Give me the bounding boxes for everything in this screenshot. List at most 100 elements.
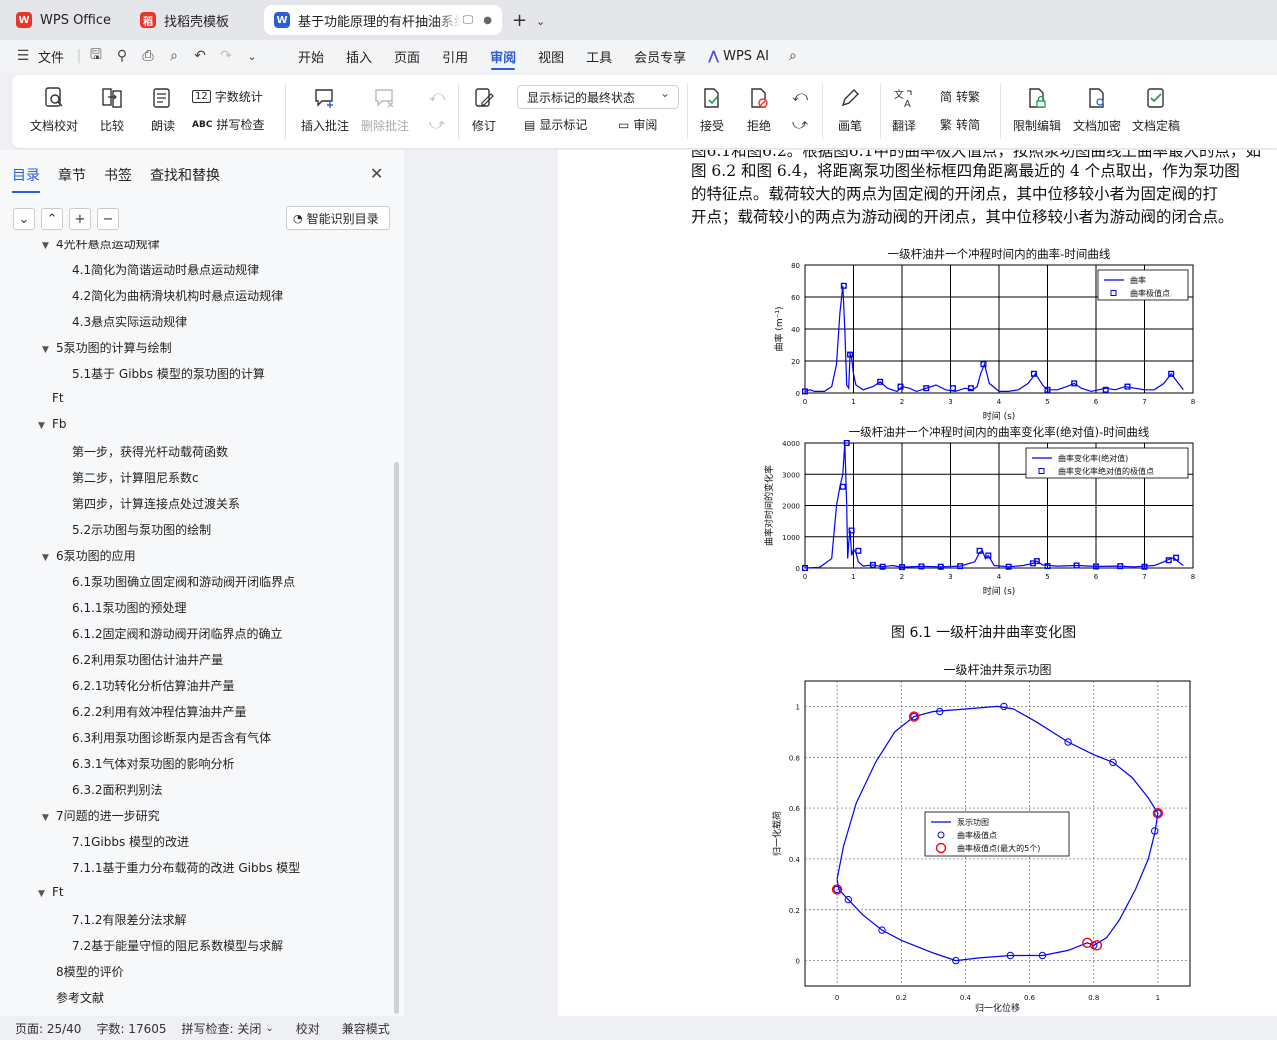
expand-arrow-icon[interactable]: ▼ <box>38 421 52 431</box>
to-traditional-button[interactable]: 简 转繁 <box>940 88 980 105</box>
toc-item[interactable]: Ft <box>52 391 64 405</box>
menu-review[interactable]: 审阅 <box>479 40 527 72</box>
toc-item[interactable]: 4.1简化为简谐运动时悬点运动规律 <box>72 261 259 278</box>
toc-item[interactable]: 第四步，计算连接点处过渡关系 <box>72 495 240 512</box>
markup-state-dropdown[interactable]: 显示标记的最终状态 <box>517 85 679 109</box>
hamburger-menu-icon[interactable]: ☰ <box>10 40 36 72</box>
toc-item[interactable]: 6.3利用泵功图诊断泵内是否含有气体 <box>72 729 271 746</box>
toc-item[interactable]: 第一步，获得光杆动载荷函数 <box>72 443 228 460</box>
next-change-icon[interactable]: ⤻ <box>792 115 808 133</box>
spellcheck-chevron-icon[interactable]: ⌄ <box>265 1023 273 1034</box>
print-preview-icon[interactable]: ⌕ <box>161 40 187 72</box>
finalize-button[interactable]: 文档定稿 <box>1132 85 1180 134</box>
accept-button[interactable]: 接受 <box>700 85 724 134</box>
restrict-edit-button[interactable]: 限制编辑 <box>1013 85 1061 134</box>
wordcount-button[interactable]: 12 字数统计 <box>192 88 263 105</box>
reject-button[interactable]: 拒绝 <box>747 85 771 134</box>
toc-item[interactable]: 参考文献 <box>56 989 104 1006</box>
redo-icon[interactable]: ↷ <box>213 40 239 72</box>
to-simplified-button[interactable]: 繁 转简 <box>940 116 980 133</box>
toc-item[interactable]: 6.2利用泵功图估计油井产量 <box>72 651 223 668</box>
toc-item[interactable]: 6.3.2面积判别法 <box>72 781 163 798</box>
delete-comment-button[interactable]: 删除批注 <box>361 85 409 134</box>
translate-button[interactable]: 文A 翻译 <box>892 85 916 134</box>
encrypt-button[interactable]: 文档加密 <box>1073 85 1121 134</box>
spellcheck-status[interactable]: 拼写检查: 关闭 <box>182 1020 262 1037</box>
add-heading-button[interactable]: + <box>69 208 91 230</box>
menu-member[interactable]: 会员专享 <box>623 40 697 72</box>
expand-arrow-icon[interactable]: ▼ <box>42 553 56 563</box>
toc-item[interactable]: 5.2示功图与泵功图的绘制 <box>72 521 211 538</box>
sidebar-scrollbar[interactable] <box>394 462 399 1014</box>
pen-button[interactable]: 画笔 <box>838 85 862 134</box>
toc-item[interactable]: ▼ Fb <box>38 417 67 431</box>
spellcheck-button[interactable]: ABC 拼写检查 <box>192 116 264 133</box>
compare-button[interactable]: 比较 <box>100 85 124 134</box>
expand-arrow-icon[interactable]: ▼ <box>42 813 56 823</box>
insert-comment-button[interactable]: 插入批注 <box>301 85 349 134</box>
remove-heading-button[interactable]: − <box>97 208 119 230</box>
menu-wps-ai[interactable]: ⋀ WPS AI <box>697 40 780 72</box>
tab-find-replace[interactable]: 查找和替换 <box>150 165 220 193</box>
toc-item[interactable]: ▼ 5泵功图的计算与绘制 <box>42 339 172 356</box>
track-changes-button[interactable]: 修订 <box>472 85 496 134</box>
toc-item[interactable]: ▼ 4光杆悬点运动规律 <box>42 240 160 252</box>
new-tab-icon[interactable]: + <box>512 10 527 31</box>
menu-file[interactable]: 文件 <box>36 40 75 72</box>
toc-item[interactable]: 7.2基于能量守恒的阻尼系数模型与求解 <box>72 937 283 954</box>
toc-item[interactable]: 6.3.1气体对泵功图的影响分析 <box>72 755 235 772</box>
toc-item[interactable]: 6.1.2固定阀和游动阀开闭临界点的确立 <box>72 625 283 642</box>
unsaved-dot-icon[interactable]: ● <box>483 15 492 26</box>
search-icon[interactable]: ⌕ <box>780 40 806 72</box>
toc-item[interactable]: 4.3悬点实际运动规律 <box>72 313 187 330</box>
smart-toc-button[interactable]: ◔ 智能识别目录 <box>286 206 390 230</box>
tab-bookmarks[interactable]: 书签 <box>104 165 132 193</box>
expand-up-button[interactable]: ⌃ <box>41 208 63 230</box>
tab-toc[interactable]: 目录 <box>12 165 40 193</box>
next-comment-icon[interactable]: ⤻ <box>429 115 445 133</box>
tab-document[interactable]: W 基于功能原理的有杆抽油系统的 🖵 ● <box>264 5 502 35</box>
more-chevron-icon[interactable]: ⌄ <box>239 40 265 72</box>
link-icon[interactable]: ⚲ <box>109 40 135 72</box>
tab-sections[interactable]: 章节 <box>58 165 86 193</box>
page-indicator[interactable]: 页面: 25/40 <box>15 1020 81 1037</box>
proofread-button[interactable]: 文档校对 <box>30 85 78 134</box>
prev-change-icon[interactable]: ⤺ <box>792 87 808 105</box>
tab-wps-office[interactable]: W WPS Office <box>6 5 124 35</box>
read-aloud-button[interactable]: 朗读 <box>151 85 175 134</box>
toc-item[interactable]: 6.1泵功图确立固定阀和游动阀开闭临界点 <box>72 573 295 590</box>
print-icon[interactable]: ⎙ <box>135 40 161 72</box>
toc-item[interactable]: 4.2简化为曲柄滑块机构时悬点运动规律 <box>72 287 283 304</box>
menu-page[interactable]: 页面 <box>383 40 431 72</box>
proof-status[interactable]: 校对 <box>296 1020 320 1037</box>
menu-insert[interactable]: 插入 <box>335 40 383 72</box>
toc-item[interactable]: 6.2.1功转化分析估算油井产量 <box>72 677 235 694</box>
menu-home[interactable]: 开始 <box>287 40 335 72</box>
toc-item[interactable]: ▼ 6泵功图的应用 <box>42 547 136 564</box>
chevron-down-icon[interactable]: ⌄ <box>536 15 545 28</box>
toc-item[interactable]: 7.1.2有限差分法求解 <box>72 911 187 928</box>
expand-arrow-icon[interactable]: ▼ <box>42 345 56 355</box>
toc-item[interactable]: ▼ 7问题的进一步研究 <box>42 807 160 824</box>
undo-icon[interactable]: ↶ <box>187 40 213 72</box>
toc-item[interactable]: 8模型的评价 <box>56 963 124 980</box>
expand-arrow-icon[interactable]: ▼ <box>38 889 52 899</box>
save-icon[interactable]: 🖫 <box>83 40 109 72</box>
menu-tools[interactable]: 工具 <box>575 40 623 72</box>
toc-item[interactable]: 7.1Gibbs 模型的改进 <box>72 833 189 850</box>
close-icon[interactable]: ✕ <box>370 164 383 183</box>
toc-item[interactable]: 6.2.2利用有效冲程估算油井产量 <box>72 703 247 720</box>
tab-template[interactable]: 稻 找稻壳模板 <box>130 5 258 35</box>
word-count[interactable]: 字数: 17605 <box>96 1020 166 1037</box>
document-page[interactable]: 图6.1和图6.2。根据图6.1中的曲率极大值点，按照泵功图曲线上曲率最大的点，… <box>558 150 1277 1016</box>
show-markup-button[interactable]: ▤ 显示标记 <box>524 116 587 133</box>
menu-view[interactable]: 视图 <box>527 40 575 72</box>
toc-item[interactable]: 6.1.1泵功图的预处理 <box>72 599 187 616</box>
menu-reference[interactable]: 引用 <box>431 40 479 72</box>
expand-arrow-icon[interactable]: ▼ <box>42 241 56 251</box>
toc-item[interactable]: ▼ Ft <box>38 885 64 899</box>
toc-item[interactable]: 第二步，计算阻尼系数c <box>72 469 199 486</box>
collapse-all-button[interactable]: ⌄ <box>13 208 35 230</box>
review-pane-button[interactable]: ▭ 审阅 <box>618 116 657 133</box>
toc-item[interactable]: 7.1.1基于重力分布载荷的改进 Gibbs 模型 <box>72 859 300 876</box>
